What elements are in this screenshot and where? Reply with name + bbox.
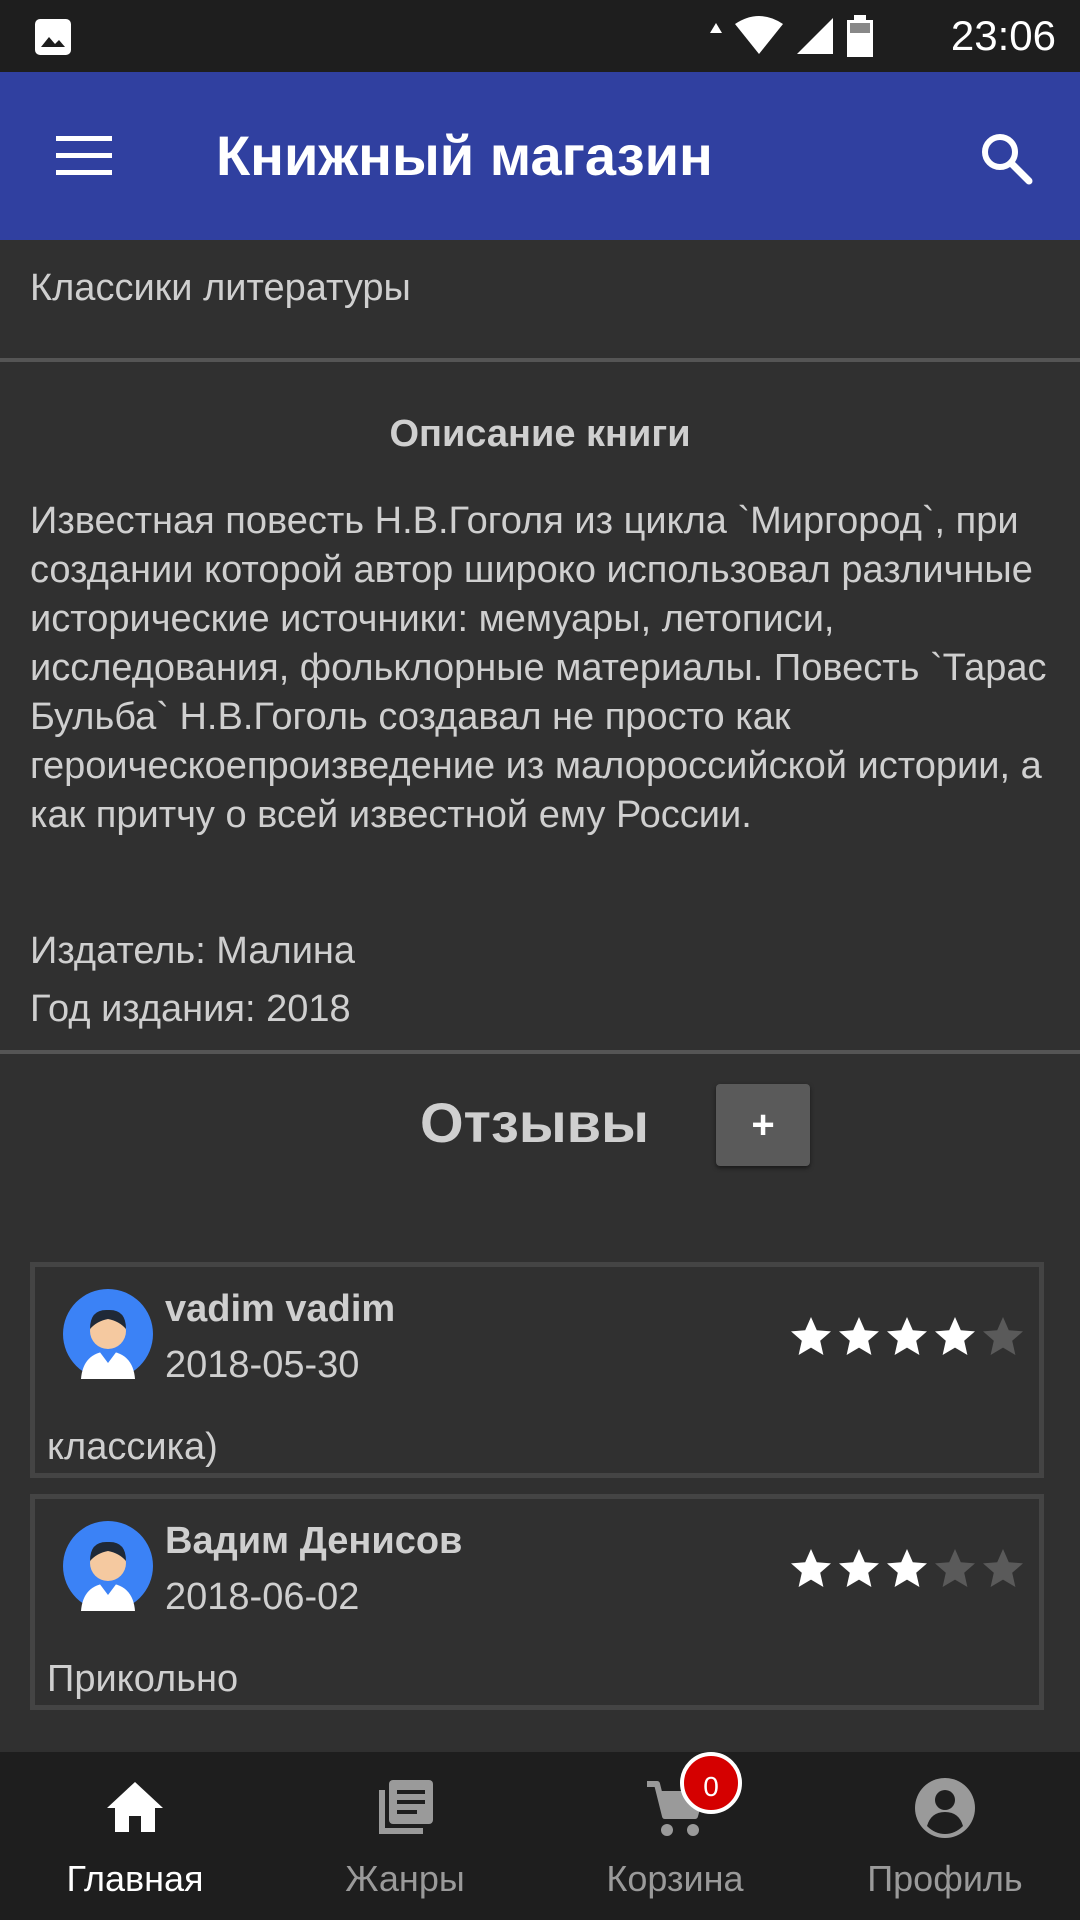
review-date: 2018-05-30 <box>165 1344 360 1386</box>
star-filled-icon <box>839 1549 879 1587</box>
signal-icon <box>797 18 833 54</box>
reviews-title: Отзывы <box>420 1091 649 1154</box>
data-arrows-icon <box>710 23 722 33</box>
star-filled-icon <box>791 1549 831 1587</box>
account-circle-icon <box>915 1778 975 1838</box>
status-bar: 23:06 <box>0 0 1080 72</box>
nav-label: Профиль <box>867 1858 1023 1899</box>
avatar <box>63 1521 153 1611</box>
rating-stars <box>787 1545 1027 1593</box>
review-date: 2018-06-02 <box>165 1576 360 1618</box>
star-filled-icon <box>935 1317 975 1355</box>
star-filled-icon <box>791 1317 831 1355</box>
description-heading: Описание книги <box>389 413 691 455</box>
star-empty-icon <box>935 1549 975 1587</box>
nav-cart[interactable]: 0 Корзина <box>540 1752 810 1920</box>
library-books-icon <box>379 1780 433 1834</box>
menu-icon[interactable] <box>50 130 118 182</box>
divider <box>0 358 1080 362</box>
star-filled-icon <box>887 1317 927 1355</box>
book-year: Год издания: 2018 <box>30 988 351 1030</box>
rating-stars <box>787 1313 1027 1361</box>
battery-icon <box>847 15 873 57</box>
review-card: vadim vadim 2018-05-30 классика) <box>30 1262 1044 1478</box>
status-time: 23:06 <box>950 12 1056 59</box>
review-card: Вадим Денисов 2018-06-02 Прикольно <box>30 1494 1044 1710</box>
book-category: Классики литературы <box>30 267 411 309</box>
star-filled-icon <box>839 1317 879 1355</box>
divider <box>0 1050 1080 1054</box>
nav-label: Корзина <box>606 1858 744 1899</box>
nav-label: Главная <box>66 1858 204 1899</box>
search-icon[interactable] <box>976 128 1036 188</box>
book-description: Известная повесть Н.В.Гоголя из цикла `М… <box>30 500 1047 836</box>
star-empty-icon <box>983 1317 1023 1355</box>
book-publisher: Издатель: Малина <box>30 930 356 972</box>
review-author: Вадим Денисов <box>165 1520 463 1562</box>
nav-genres[interactable]: Жанры <box>270 1752 540 1920</box>
nav-label: Жанры <box>345 1858 465 1899</box>
nav-home[interactable]: Главная <box>0 1752 270 1920</box>
status-icons <box>709 14 875 58</box>
avatar <box>63 1289 153 1379</box>
cart-count-badge: 0 <box>680 1752 742 1814</box>
review-text: Прикольно <box>47 1658 239 1700</box>
review-text: классика) <box>47 1426 218 1468</box>
gallery-icon <box>35 19 71 55</box>
home-icon <box>107 1782 163 1832</box>
nav-profile[interactable]: Профиль <box>810 1752 1080 1920</box>
app-bar: Книжный магазин <box>0 72 1080 240</box>
wifi-icon <box>735 16 783 54</box>
app-title: Книжный магазин <box>216 124 713 187</box>
star-filled-icon <box>887 1549 927 1587</box>
star-empty-icon <box>983 1549 1023 1587</box>
review-author: vadim vadim <box>165 1288 396 1330</box>
bottom-navigation: Главная Жанры 0 Корзина Профиль <box>0 1752 1080 1920</box>
add-review-button[interactable]: + <box>716 1084 810 1166</box>
